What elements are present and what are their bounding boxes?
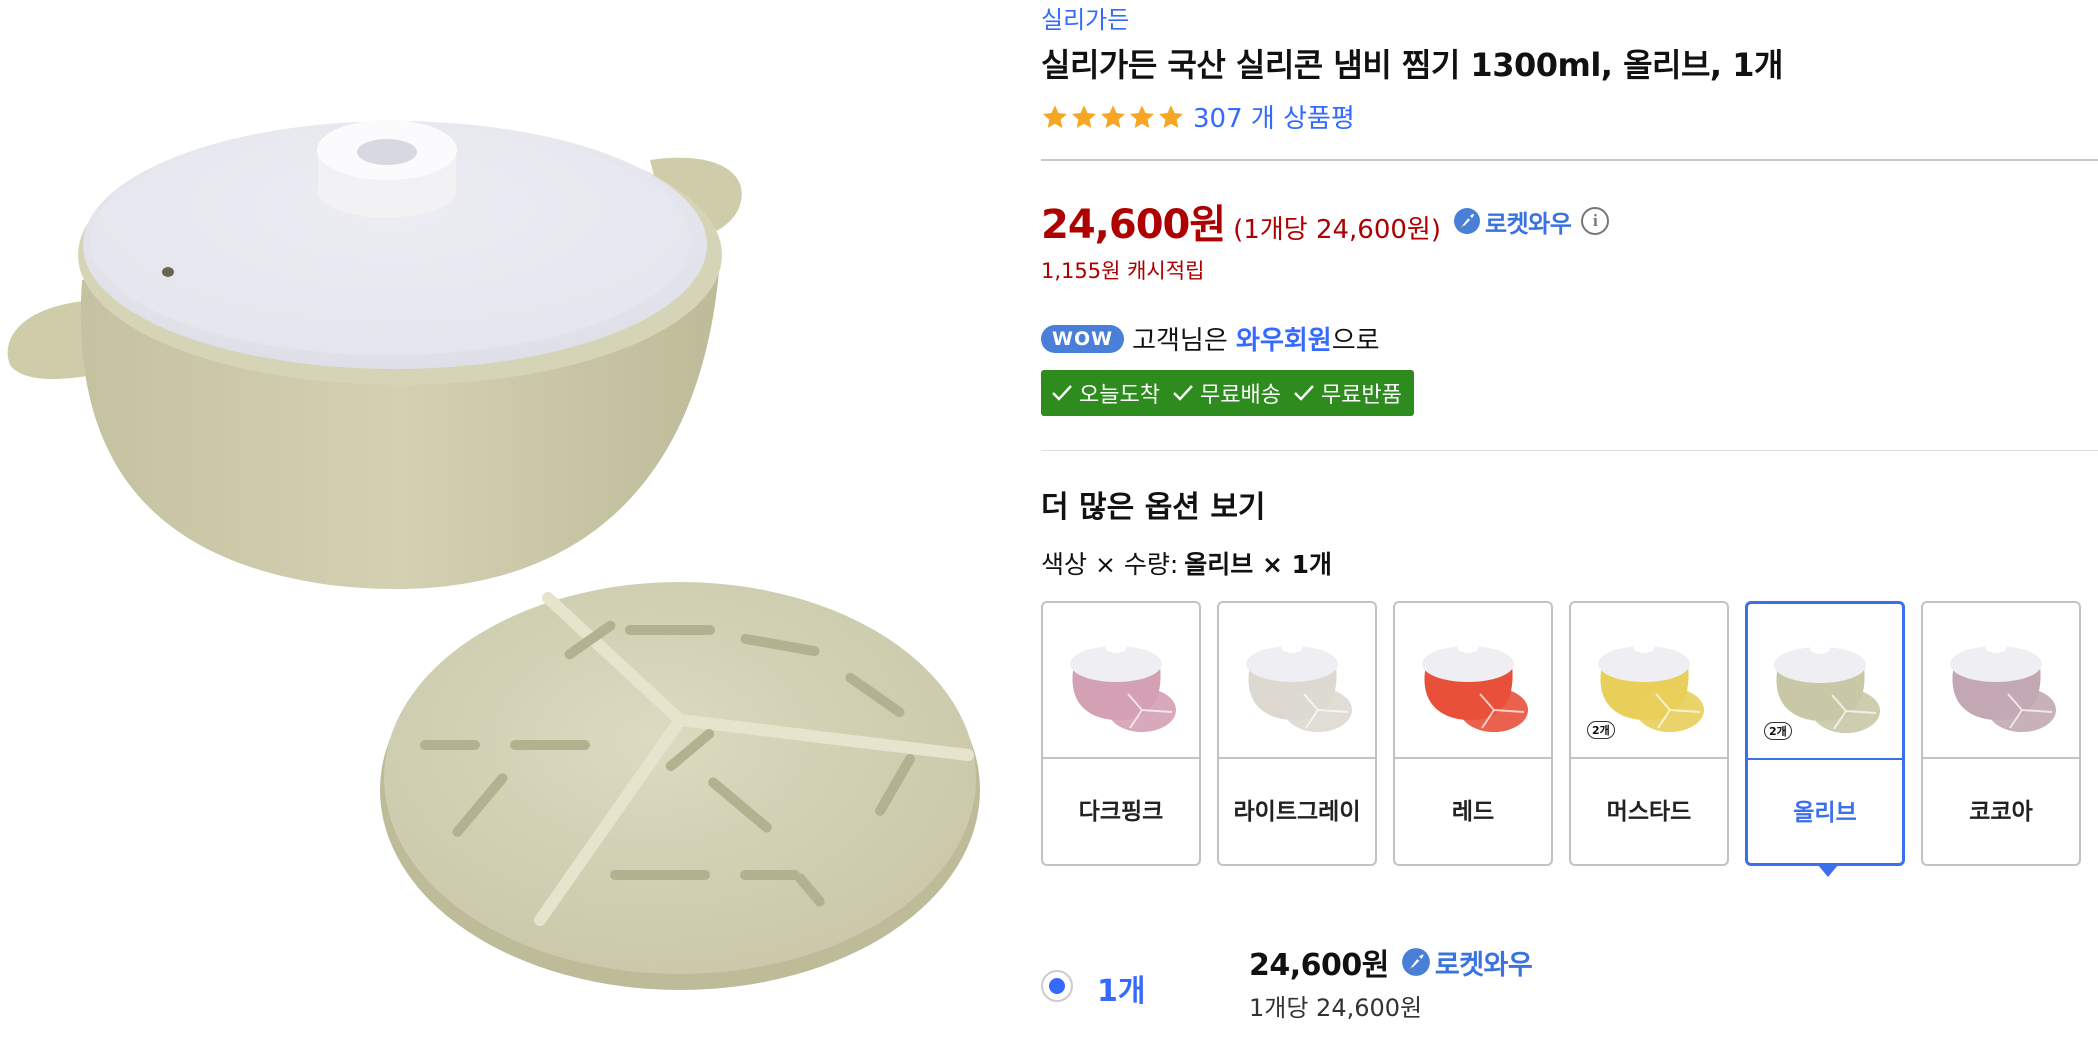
wow-member-strong: 와우회원 bbox=[1236, 326, 1332, 356]
color-option-swatch[interactable]: 2개올리브 bbox=[1745, 601, 1905, 877]
unit-price: (1개당 24,600원) bbox=[1233, 215, 1441, 245]
rating-stars bbox=[1041, 103, 1185, 131]
divider bbox=[1041, 450, 2098, 451]
benefit-label: 무료반품 bbox=[1320, 383, 1402, 408]
rocket-wow-label: 로켓와우 bbox=[1485, 209, 1572, 238]
benefit-item: 무료반품 bbox=[1293, 377, 1402, 409]
swatch-thumbnail bbox=[1219, 603, 1375, 759]
info-icon[interactable]: i bbox=[1581, 207, 1610, 235]
check-icon bbox=[1173, 385, 1193, 401]
rocket-wow-badge: 로켓와우 bbox=[1453, 204, 1572, 239]
benefit-label: 오늘도착 bbox=[1079, 383, 1160, 408]
benefit-label: 무료배송 bbox=[1199, 383, 1281, 408]
wow-badge: WOW bbox=[1041, 324, 1125, 353]
star-icon bbox=[1130, 104, 1154, 128]
check-icon bbox=[1294, 385, 1314, 401]
quantity-unit-price: 1개당 24,600원 bbox=[1249, 994, 1423, 1022]
star-icon bbox=[1159, 104, 1183, 128]
swatch-thumbnail bbox=[1043, 603, 1199, 759]
benefit-item: 무료배송 bbox=[1172, 377, 1281, 409]
swatch-label: 올리브 bbox=[1793, 799, 1857, 826]
color-option-swatch[interactable]: 다크핑크 bbox=[1041, 601, 1201, 866]
price-row: 24,600원 (1개당 24,600원) 로켓와우 i bbox=[1041, 192, 1610, 250]
rocket-wow-label: 로켓와우 bbox=[1434, 949, 1533, 981]
star-icon bbox=[1101, 104, 1125, 128]
pot-and-steamer-illustration bbox=[7, 120, 980, 990]
wow-member-row: WOW 고객님은 와우회원으로 bbox=[1041, 320, 1380, 357]
rating-row: 307 개 상품평 bbox=[1041, 98, 1355, 135]
color-option-swatch[interactable]: 코코아 bbox=[1921, 601, 2081, 866]
color-option-swatch[interactable]: 2개머스타드 bbox=[1569, 601, 1729, 866]
quantity-radio[interactable] bbox=[1041, 970, 1073, 1002]
swatch-thumbnail bbox=[1923, 603, 2079, 759]
swatch-thumbnail bbox=[1395, 603, 1551, 759]
swatch-label: 머스타드 bbox=[1606, 798, 1692, 825]
swatch-count-badge: 2개 bbox=[1587, 721, 1615, 739]
wow-member-text: 고객님은 와우회원으로 bbox=[1132, 320, 1379, 357]
wow-suffix: 으로 bbox=[1331, 326, 1380, 356]
swatch-label: 라이트그레이 bbox=[1233, 798, 1361, 825]
color-swatches: 다크핑크 라이트그레이 레드 2개 머스타드 2개 올리브 코코아 bbox=[1041, 601, 2081, 877]
option-selection-label: 색상 × 수량: bbox=[1041, 550, 1179, 579]
rocket-wow-badge: 로켓와우 bbox=[1401, 943, 1533, 982]
swatch-label: 코코아 bbox=[1969, 798, 2033, 825]
rocket-icon bbox=[1454, 208, 1480, 234]
star-icon bbox=[1072, 104, 1096, 128]
quantity-label: 1개 bbox=[1097, 974, 1146, 1009]
swatch-thumbnail: 2개 bbox=[1748, 604, 1902, 760]
star-icon bbox=[1043, 104, 1067, 128]
quantity-price-row: 24,600원 로켓와우 bbox=[1249, 940, 1533, 984]
cashback-text: 1,155원 캐시적립 bbox=[1041, 259, 1205, 283]
pot-thumbnail-icon bbox=[1950, 643, 2056, 732]
color-option-swatch[interactable]: 레드 bbox=[1393, 601, 1553, 866]
option-selection-value: 올리브 × 1개 bbox=[1184, 550, 1333, 579]
pot-thumbnail-icon bbox=[1422, 643, 1528, 732]
swatch-thumbnail: 2개 bbox=[1571, 603, 1727, 759]
quantity-option-row[interactable]: 1개 24,600원 로켓와우 1개당 24,600원 bbox=[1041, 940, 2098, 1030]
check-icon bbox=[1052, 385, 1072, 401]
product-info-panel: 실리가든 실리가든 국산 실리콘 냄비 찜기 1300ml, 올리브, 1개 3… bbox=[1041, 0, 2098, 1048]
swatch-count-badge: 2개 bbox=[1764, 722, 1792, 740]
quantity-price: 24,600원 bbox=[1249, 948, 1389, 983]
wow-prefix: 고객님은 bbox=[1132, 326, 1237, 356]
rocket-icon bbox=[1401, 948, 1430, 976]
divider bbox=[1041, 159, 2098, 161]
selected-pointer bbox=[1818, 865, 1838, 877]
product-page: 실리가든 실리가든 국산 실리콘 냄비 찜기 1300ml, 올리브, 1개 3… bbox=[0, 0, 2098, 1048]
more-options-heading: 더 많은 옵션 보기 bbox=[1041, 490, 1266, 525]
option-selection-row: 색상 × 수량: 올리브 × 1개 bbox=[1041, 545, 1332, 581]
pot-thumbnail-icon bbox=[1246, 643, 1352, 732]
benefit-item: 오늘도착 bbox=[1051, 377, 1160, 409]
swatch-label: 레드 bbox=[1451, 798, 1495, 825]
review-count-link[interactable]: 307 개 상품평 bbox=[1193, 98, 1355, 135]
product-image[interactable] bbox=[0, 0, 1010, 1048]
color-option-swatch[interactable]: 라이트그레이 bbox=[1217, 601, 1377, 866]
swatch-label: 다크핑크 bbox=[1078, 798, 1164, 825]
product-title: 실리가든 국산 실리콘 냄비 찜기 1300ml, 올리브, 1개 bbox=[1041, 46, 1783, 84]
pot-thumbnail-icon bbox=[1070, 643, 1176, 732]
brand-link[interactable]: 실리가든 bbox=[1041, 0, 1129, 35]
benefits-bar: 오늘도착 무료배송 무료반품 bbox=[1041, 370, 1414, 416]
radio-selected-dot bbox=[1049, 978, 1065, 994]
sale-price: 24,600원 bbox=[1041, 202, 1226, 248]
